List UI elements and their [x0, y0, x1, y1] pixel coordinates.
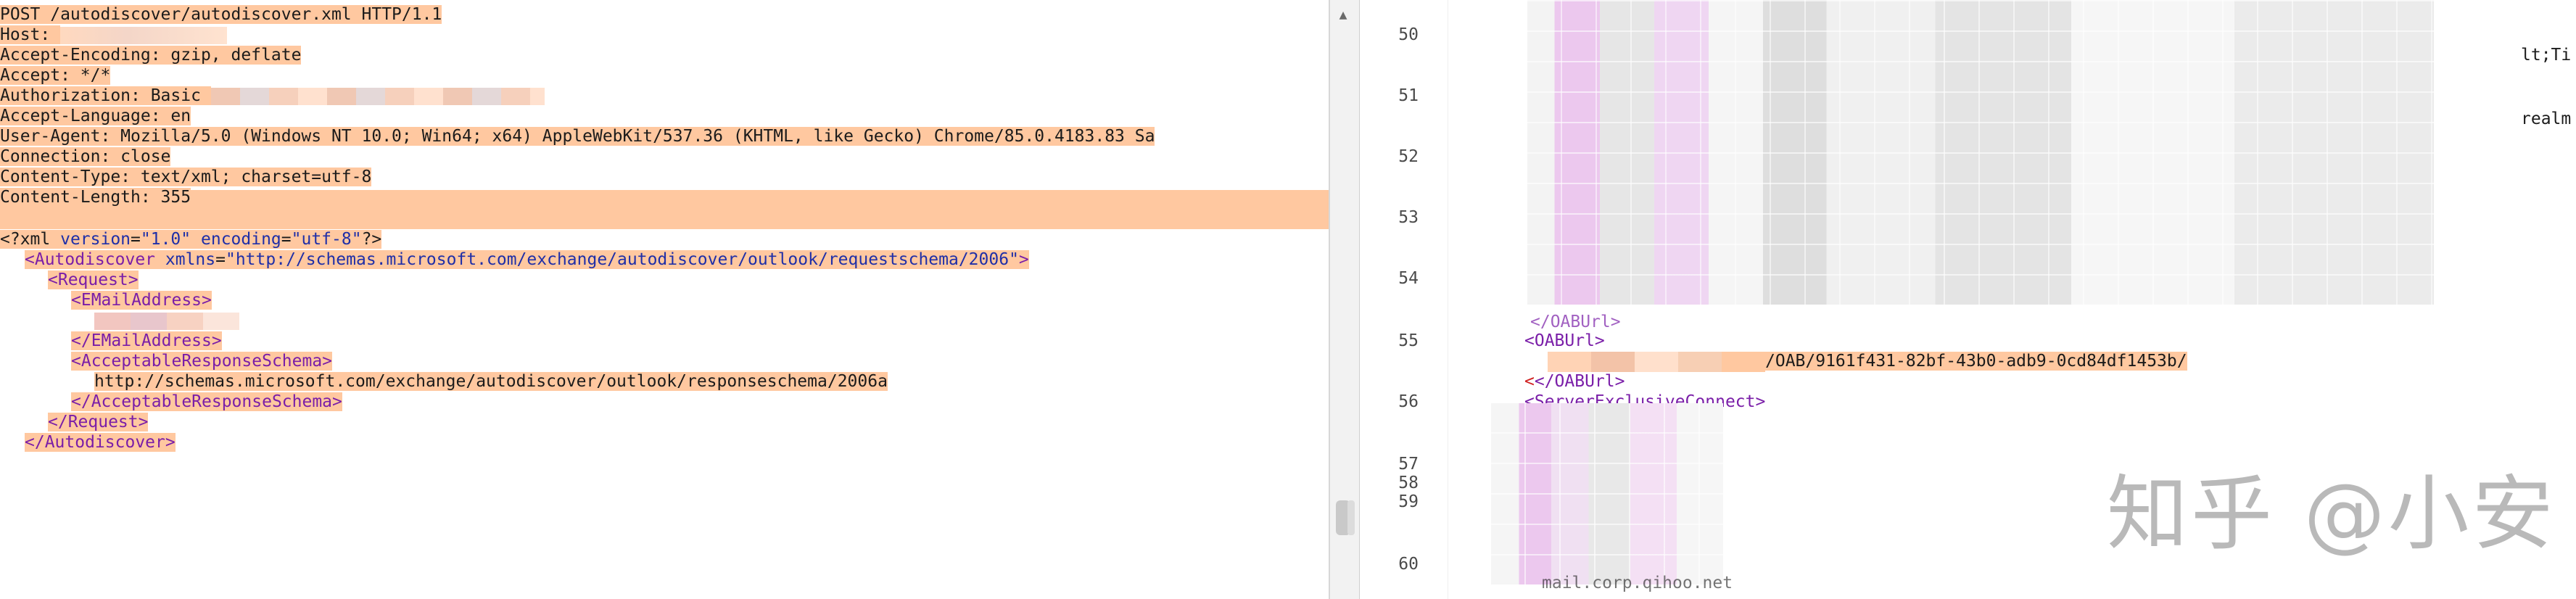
splitter-grip[interactable] [1347, 500, 1355, 535]
redacted-response-block [1527, 0, 2434, 305]
request-line: POST /autodiscover/autodiscover.xml HTTP… [0, 5, 442, 24]
redacted-response-block-lower [1491, 403, 1723, 584]
line-number: 51 [1398, 86, 1419, 105]
autodiscover-close-tag: </Autodiscover> [25, 433, 176, 452]
accept-language-header: Accept-Language: en [0, 107, 191, 125]
partial-bottom-text: mail.corp.qihoo.net [1542, 574, 1733, 592]
request-close-tag: </Request> [48, 413, 149, 431]
selection-highlight-band [0, 190, 1329, 229]
line-number: 60 [1398, 555, 1419, 574]
line-number: 57 [1398, 455, 1419, 474]
line-number: 59 [1398, 492, 1419, 511]
accept-encoding-header: Accept-Encoding: gzip, deflate [0, 46, 302, 65]
schema-open-tag: <AcceptableResponseSchema> [71, 352, 333, 371]
line-number: 56 [1398, 392, 1419, 411]
partial-text-lt: lt;Ti [2521, 46, 2572, 65]
line-number: 55 [1398, 331, 1419, 350]
line-number-gutter: 50 51 52 53 54 55 56 57 58 59 60 [1361, 0, 1448, 599]
authorization-header: Authorization: Basic [0, 86, 545, 106]
redacted-email-value [94, 310, 312, 331]
request-open-tag: <Request> [48, 270, 139, 289]
schema-close-tag: </AcceptableResponseSchema> [71, 392, 342, 411]
line-number: 50 [1398, 25, 1419, 44]
scroll-up-arrow-icon[interactable]: ▲ [1333, 6, 1353, 25]
request-pane[interactable]: POST /autodiscover/autodiscover.xml HTTP… [0, 0, 1329, 599]
redacted-credentials [210, 87, 545, 105]
content-length-header: Content-Length: 355 [0, 188, 191, 207]
line-number: 58 [1398, 474, 1419, 492]
host-header: Host: [0, 25, 228, 45]
connection-header: Connection: close [0, 147, 171, 166]
oaburl-close-partial: </OABUrl> [1530, 313, 1621, 331]
user-agent-header: User-Agent: Mozilla/5.0 (Windows NT 10.0… [0, 127, 1155, 146]
content-type-header: Content-Type: text/xml; charset=utf-8 [0, 168, 372, 186]
accept-header: Accept: */* [0, 66, 111, 85]
xml-declaration: <?xml version="1.0" encoding="utf-8"?> [0, 230, 382, 249]
redacted-host [60, 26, 228, 44]
zhihu-watermark: 知乎 @小安 [2107, 467, 2556, 561]
partial-text-realm: realm [2521, 110, 2572, 128]
email-open-tag: <EMailAddress> [71, 291, 212, 310]
line-number: 52 [1398, 147, 1419, 166]
email-close-tag: </EMailAddress> [71, 331, 222, 350]
oaburl-close-tag: <</OABUrl> [1524, 372, 1625, 391]
autodiscover-open-tag: <Autodiscover xmlns="http://schemas.micr… [25, 250, 1029, 269]
line-number: 53 [1398, 208, 1419, 227]
line-number: 54 [1398, 269, 1419, 288]
oaburl-open-tag: <OABUrl> [1524, 331, 1605, 350]
schema-value: http://schemas.microsoft.com/exchange/au… [94, 372, 888, 391]
oaburl-value: /OAB/9161f431-82bf-43b0-adb9-0cd84df1453… [1548, 351, 2187, 372]
